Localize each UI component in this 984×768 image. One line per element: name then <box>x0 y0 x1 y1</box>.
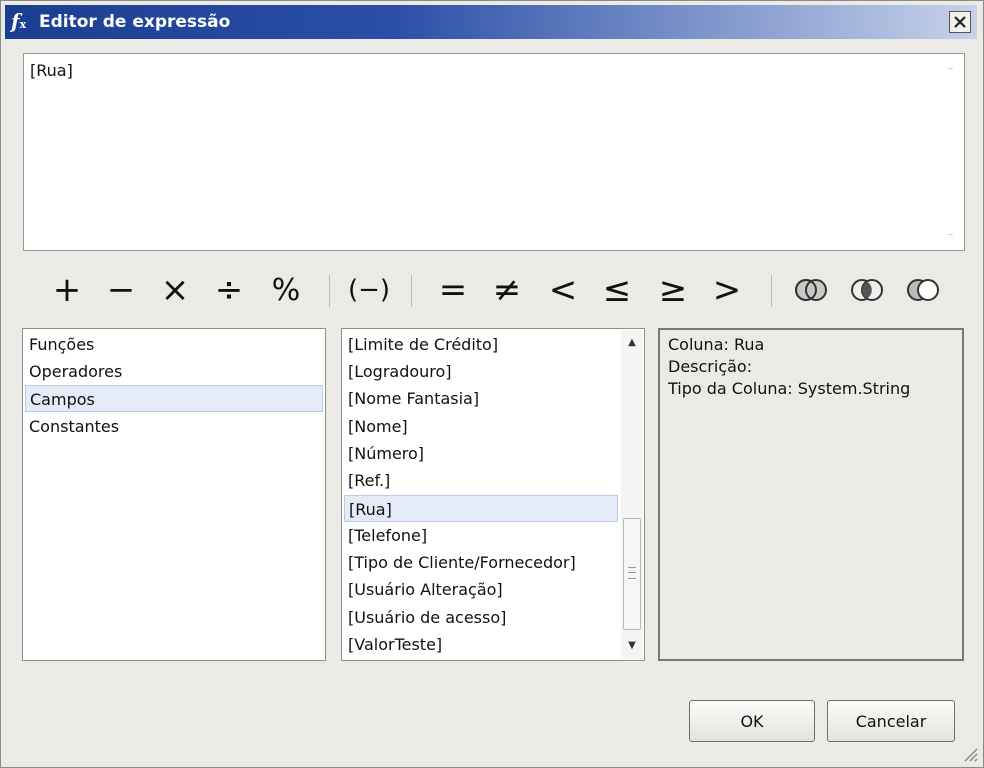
multiply-button[interactable]: × <box>157 265 193 315</box>
list-item[interactable]: [Limite de Crédito] <box>344 331 618 358</box>
scroll-up-icon[interactable]: ▲ <box>625 336 639 350</box>
info-column-type: Tipo da Coluna: System.String <box>668 379 911 398</box>
scroll-down-icon[interactable]: ▼ <box>625 639 639 653</box>
info-description: Descrição: <box>668 357 753 376</box>
info-column: Coluna: Rua <box>668 335 765 354</box>
list-item[interactable]: [Nome Fantasia] <box>344 385 618 412</box>
less-than-icon: < <box>548 270 578 310</box>
expression-input[interactable]: [Rua] ‒ ‒ <box>23 53 965 251</box>
minus-icon: − <box>106 270 136 310</box>
less-equal-icon: ≤ <box>602 270 632 310</box>
list-item[interactable]: Constantes <box>25 413 323 440</box>
multiply-icon: × <box>160 270 190 310</box>
scroll-down-icon[interactable]: ‒ <box>947 230 955 240</box>
expression-text: [Rua] <box>30 61 73 80</box>
list-item[interactable]: [Telefone] <box>344 522 618 549</box>
less-equal-button[interactable]: ≤ <box>599 265 635 315</box>
plus-icon: + <box>52 270 82 310</box>
or-button[interactable] <box>789 265 833 315</box>
or-icon <box>795 279 827 301</box>
grip-icon <box>628 567 636 579</box>
category-list[interactable]: Funções Operadores Campos Constantes <box>22 328 326 661</box>
cancel-button[interactable]: Cancelar <box>827 700 955 742</box>
close-button[interactable] <box>949 11 971 33</box>
expression-editor-dialog: fx Editor de expressão [Rua] ‒ ‒ + − × ÷… <box>0 0 984 768</box>
list-item-selected[interactable]: Campos <box>25 385 323 412</box>
fx-function-icon: fx <box>11 9 27 33</box>
list-item[interactable]: [ValorTeste] <box>344 631 618 658</box>
modulo-button[interactable]: % <box>266 265 306 315</box>
close-icon <box>954 16 966 28</box>
list-item[interactable]: [Usuário Alteração] <box>344 576 618 603</box>
list-item[interactable]: Operadores <box>25 358 323 385</box>
expression-scrollbar[interactable]: ‒ ‒ <box>942 56 962 248</box>
resize-grip-icon[interactable] <box>961 745 979 763</box>
window-title: Editor de expressão <box>39 12 231 32</box>
greater-than-icon: > <box>712 270 742 310</box>
fields-scrollbar[interactable]: ▲ ▼ <box>621 330 643 659</box>
and-icon <box>851 279 883 301</box>
not-button[interactable] <box>901 265 945 315</box>
list-item[interactable]: [Logradouro] <box>344 358 618 385</box>
toolbar-separator <box>771 275 772 307</box>
minus-button[interactable]: − <box>103 265 139 315</box>
divide-icon: ÷ <box>214 270 244 310</box>
list-item[interactable]: Funções <box>25 331 323 358</box>
not-icon <box>907 279 939 301</box>
toolbar-separator <box>329 275 330 307</box>
list-item[interactable]: [Número] <box>344 440 618 467</box>
list-item[interactable]: [Tipo de Cliente/Fornecedor] <box>344 549 618 576</box>
title-bar[interactable]: fx Editor de expressão <box>5 5 977 39</box>
list-item[interactable]: [Usuário de acesso] <box>344 604 618 631</box>
toolbar-separator <box>411 275 412 307</box>
scroll-thumb[interactable] <box>623 518 641 630</box>
operator-toolbar: + − × ÷ % (−) = ≠ < ≤ ≥ > <box>23 259 965 323</box>
greater-equal-button[interactable]: ≥ <box>655 265 691 315</box>
less-than-button[interactable]: < <box>545 265 581 315</box>
field-info-panel: Coluna: Rua Descrição: Tipo da Coluna: S… <box>658 328 964 661</box>
negate-icon: (−) <box>347 275 391 305</box>
not-equal-button[interactable]: ≠ <box>489 265 525 315</box>
greater-equal-icon: ≥ <box>658 270 688 310</box>
percent-icon: % <box>271 272 301 308</box>
negate-button[interactable]: (−) <box>345 265 393 315</box>
plus-button[interactable]: + <box>49 265 85 315</box>
fields-list[interactable]: [Limite de Crédito] [Logradouro] [Nome F… <box>341 328 645 661</box>
equal-icon: = <box>438 270 468 310</box>
list-item[interactable]: [Ref.] <box>344 467 618 494</box>
scroll-up-icon[interactable]: ‒ <box>947 64 955 74</box>
greater-than-button[interactable]: > <box>709 265 745 315</box>
divide-button[interactable]: ÷ <box>211 265 247 315</box>
list-item[interactable]: [Nome] <box>344 413 618 440</box>
list-item-selected[interactable]: [Rua] <box>344 495 618 522</box>
and-button[interactable] <box>845 265 889 315</box>
not-equal-icon: ≠ <box>492 270 522 310</box>
equal-button[interactable]: = <box>435 265 471 315</box>
ok-button[interactable]: OK <box>689 700 815 742</box>
